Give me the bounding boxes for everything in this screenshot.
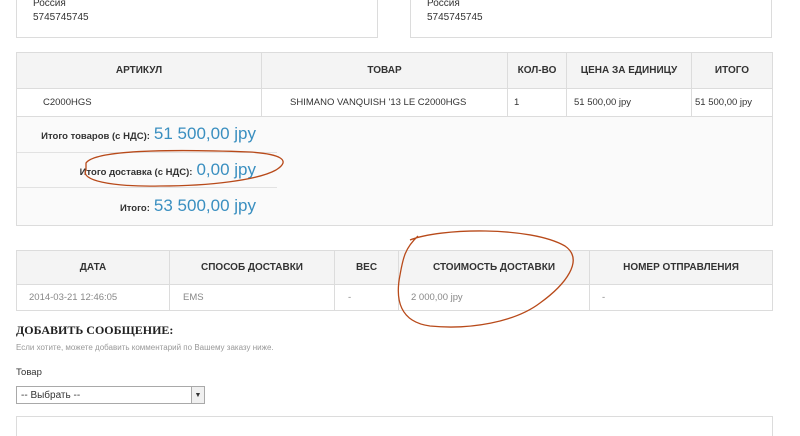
comment-box[interactable]	[16, 416, 773, 436]
billing-country: Россия	[33, 0, 66, 9]
total-delivery-label: Итого доставка (с НДС):	[79, 167, 193, 178]
product-label: Товар	[16, 367, 42, 378]
total-grand-row: Итого: 53 500,00 jpy	[16, 196, 256, 216]
cell-date: 2014-03-21 12:46:05	[17, 284, 170, 310]
billing-address-box: Россия 5745745745	[16, 0, 378, 38]
total-goods-label: Итого товаров (с НДС):	[41, 131, 150, 142]
col-header-weight: ВЕС	[335, 251, 399, 284]
totals-divider-2	[17, 187, 277, 188]
cell-sku: C2000HGS	[17, 88, 262, 116]
cell-tracking: -	[602, 291, 606, 303]
table-row: C2000HGS SHIMANO VANQUISH '13 LE C2000HG…	[17, 88, 772, 117]
total-grand-value: 53 500,00 jpy	[153, 196, 256, 215]
shipping-table: ДАТА СПОСОБ ДОСТАВКИ ВЕС СТОИМОСТЬ ДОСТА…	[16, 250, 773, 311]
col-header-product: ТОВАР	[262, 53, 508, 88]
cell-qty: 1	[508, 88, 567, 116]
total-goods-value: 51 500,00 jpy	[153, 124, 256, 143]
col-header-qty: КОЛ-ВО	[508, 53, 567, 88]
shipping-address-box: Россия 5745745745	[410, 0, 772, 38]
col-header-shipping-cost: СТОИМОСТЬ ДОСТАВКИ	[399, 251, 590, 284]
table-row: 2014-03-21 12:46:05 EMS - 2 000,00 јру -	[17, 284, 772, 310]
col-header-total: ИТОГО	[692, 53, 772, 88]
product-select-value: -- Выбрать --	[21, 389, 81, 401]
col-header-unit-price: ЦЕНА ЗА ЕДИНИЦУ	[567, 53, 692, 88]
message-hint: Если хотите, можете добавить комментарий…	[16, 343, 274, 352]
billing-phone: 5745745745	[33, 12, 89, 23]
col-header-tracking: НОМЕР ОТПРАВЛЕНИЯ	[590, 251, 772, 284]
cell-method: EMS	[170, 284, 335, 310]
message-title: ДОБАВИТЬ СООБЩЕНИЕ:	[16, 323, 174, 337]
total-goods-row: Итого товаров (с НДС): 51 500,00 jpy	[16, 124, 256, 144]
total-grand-label: Итого:	[119, 203, 150, 214]
product-select[interactable]: -- Выбрать -- ▼	[16, 386, 205, 404]
cell-product: SHIMANO VANQUISH '13 LE C2000HGS	[262, 88, 508, 116]
cell-unit-price: 51 500,00 јру	[567, 88, 692, 116]
col-header-sku: АРТИКУЛ	[17, 53, 262, 88]
shipping-phone: 5745745745	[427, 12, 483, 23]
chevron-down-icon[interactable]: ▼	[191, 387, 204, 403]
shipping-country: Россия	[427, 0, 460, 9]
total-delivery-row: Итого доставка (с НДС): 0,00 jpy	[16, 160, 256, 180]
cell-total: 51 500,00 јру	[695, 96, 752, 108]
col-header-method: СПОСОБ ДОСТАВКИ	[170, 251, 335, 284]
col-header-date: ДАТА	[17, 251, 170, 284]
shipping-header-row: ДАТА СПОСОБ ДОСТАВКИ ВЕС СТОИМОСТЬ ДОСТА…	[17, 251, 772, 285]
cell-shipping-cost: 2 000,00 јру	[399, 284, 590, 310]
totals-divider-1	[17, 152, 277, 153]
total-delivery-value: 0,00 jpy	[196, 160, 256, 179]
items-header-row: АРТИКУЛ ТОВАР КОЛ-ВО ЦЕНА ЗА ЕДИНИЦУ ИТО…	[17, 53, 772, 89]
cell-weight: -	[335, 284, 399, 310]
